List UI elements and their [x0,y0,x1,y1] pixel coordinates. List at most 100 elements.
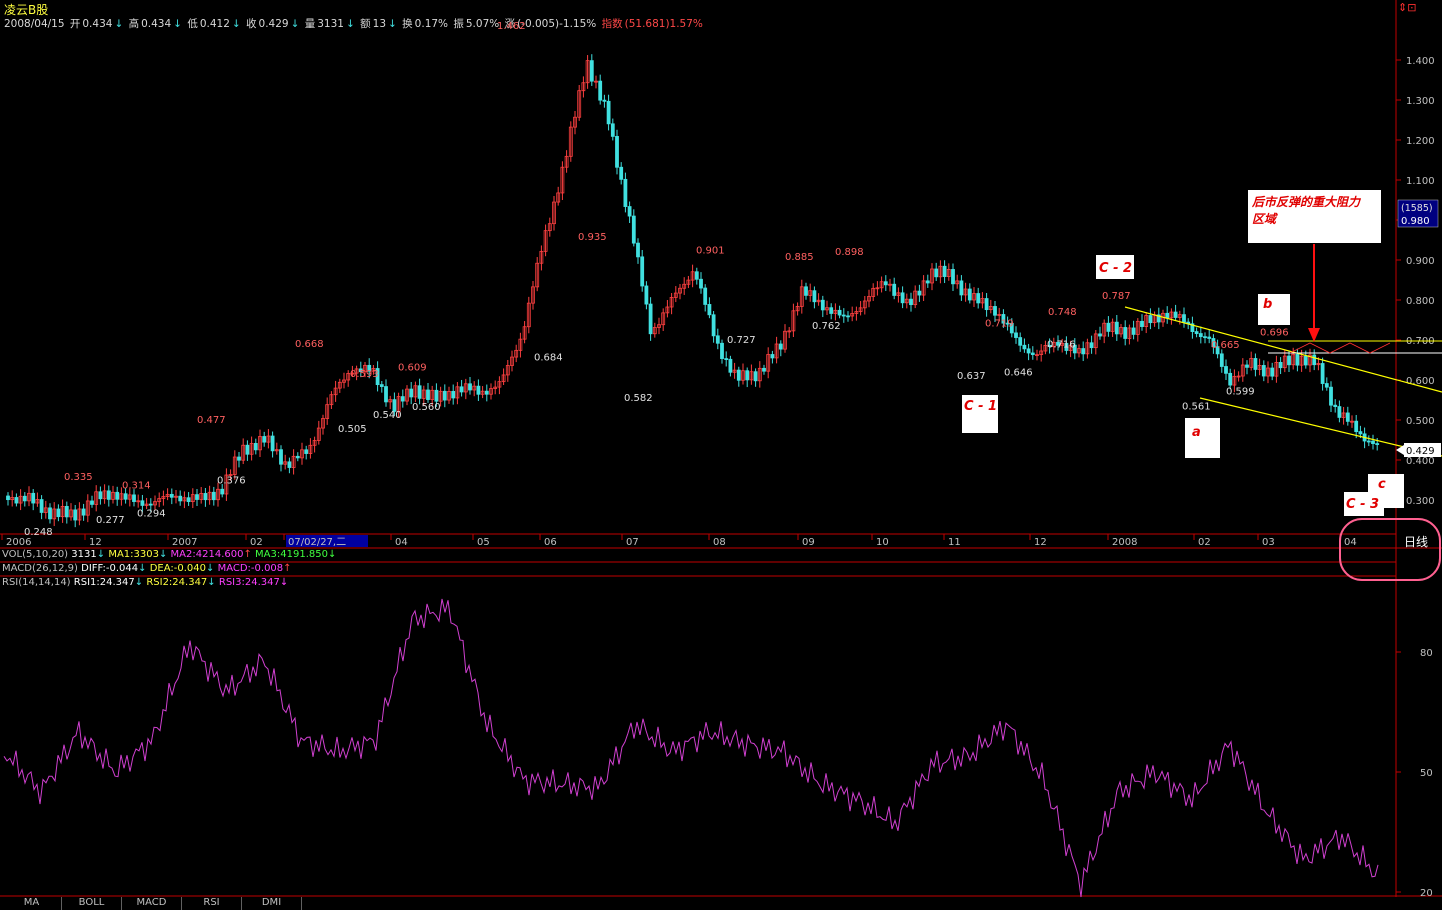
high-label: 0.668 [295,339,324,350]
candle-body-down [6,495,10,501]
low-label: 0.599 [1226,386,1255,397]
c3-label: C - 3 [1346,497,1379,512]
candle-body-down [434,389,439,402]
candle-body-down [917,290,922,296]
tab-rsi[interactable]: RSI [182,897,242,910]
candle-body-down [220,488,225,495]
candle-body-down [1312,354,1317,366]
high-label: 0.719 [985,318,1014,329]
candle-body-down [715,335,720,344]
candle-body-down [1358,431,1363,435]
candle-body-down [951,269,955,285]
candle-body-down [1261,365,1266,377]
price-tick-label: 1.100 [1406,176,1435,187]
candle-body-down [829,307,834,314]
candle-body-down [636,242,640,258]
low-label: 0.684 [534,352,563,363]
candle-body-down [295,455,300,459]
tab-macd[interactable]: MACD [122,897,182,910]
candle-body-down [984,298,989,311]
candle-body-down [1194,331,1199,334]
candle-body-down [1030,352,1035,356]
candle-body-down [1270,367,1275,377]
time-tick-label: 02 [1198,537,1211,548]
candle-body-down [724,358,729,360]
low-label: 0.727 [727,335,756,346]
high-label: 0.477 [197,415,226,426]
candle-body-down [883,281,888,286]
candle-body-down [1324,383,1329,388]
candle-body-down [1371,440,1375,444]
time-tick-label: 04 [395,537,408,548]
high-label: 1.462 [497,21,526,32]
candle-body-down [1106,322,1111,332]
candle-body-down [287,461,292,468]
candle-body-down [22,495,27,502]
candle-body-down [169,493,174,498]
high-label: 0.748 [1048,307,1077,318]
candle-body-down [476,385,481,395]
candle-body-down [1219,353,1224,367]
low-label: 0.582 [624,393,653,404]
candle-body-down [1123,327,1128,339]
candle-body-down [770,354,775,359]
candle-body-down [967,288,972,301]
candle-body-down [106,490,111,500]
candle-body-down [900,292,905,304]
price-chart[interactable]: 1.4001.3001.2001.1001.0000.9000.8000.700… [0,0,1442,910]
candle-body-down [804,286,808,296]
low-label: 0.505 [338,424,367,435]
low-label: 0.762 [812,321,841,332]
candle-body-down [736,369,741,381]
time-tick-label: 03 [1262,537,1275,548]
c-label: c [1378,477,1386,492]
candle-body-down [1148,315,1153,324]
high-label: 0.696 [1260,328,1289,339]
candle-body-down [623,178,628,207]
time-tick-label: 06 [544,537,557,548]
c1-label: C - 1 [964,399,997,414]
candle-body-down [598,80,603,101]
price-axis: 1.4001.3001.2001.1001.0000.9000.8000.700… [1396,56,1435,507]
current-price-text: 0.429 [1406,446,1435,457]
candle-body-down [1253,358,1258,370]
candle-body-down [1245,364,1249,368]
low-label: 0.277 [96,515,125,526]
candle-body-down [98,491,103,500]
period-label[interactable]: 日线 [1404,535,1428,549]
candle-body-down [211,491,216,501]
candle-body-down [934,268,939,278]
candle-body-down [426,389,430,400]
price-tick-label: 1.300 [1406,96,1435,107]
time-tick-label: 2006 [6,537,31,548]
candle-body-down [699,278,703,289]
price-tick-label: 0.300 [1406,496,1435,507]
candle-body-down [644,285,649,305]
price-tick-label: 0.900 [1406,256,1435,267]
candle-body-down [837,309,842,316]
low-label: 0.540 [373,410,402,421]
tab-dmi[interactable]: DMI [242,897,302,910]
candle-body-down [64,506,69,518]
candle-body-down [610,123,615,137]
time-tick-label: 10 [876,537,889,548]
extreme-labels: 0.248 0.335 0.277 0.314 0.294 0.477 0.376 0.668… [24,21,1289,538]
candle-body-down [627,206,632,217]
price-tick-label: 1.200 [1406,136,1435,147]
high-label: 0.609 [398,362,427,373]
candle-body-down [711,314,716,337]
candle-body-down [270,435,275,452]
rsi-axis: 80 50 20 [1396,648,1433,899]
candle-body-down [1329,386,1333,406]
time-tick-label: 2007 [172,537,197,548]
price-tick-label: 0.800 [1406,296,1435,307]
candle-body-down [1182,314,1186,323]
candle-body-down [648,303,653,335]
candle-body-down [1026,348,1031,354]
candle-body-down [707,304,712,316]
candle-body-down [1228,372,1233,386]
candle-body-down [1278,361,1283,369]
tab-ma[interactable]: MA [2,897,62,910]
arrow-head-icon [1308,328,1320,342]
tab-boll[interactable]: BOLL [62,897,122,910]
